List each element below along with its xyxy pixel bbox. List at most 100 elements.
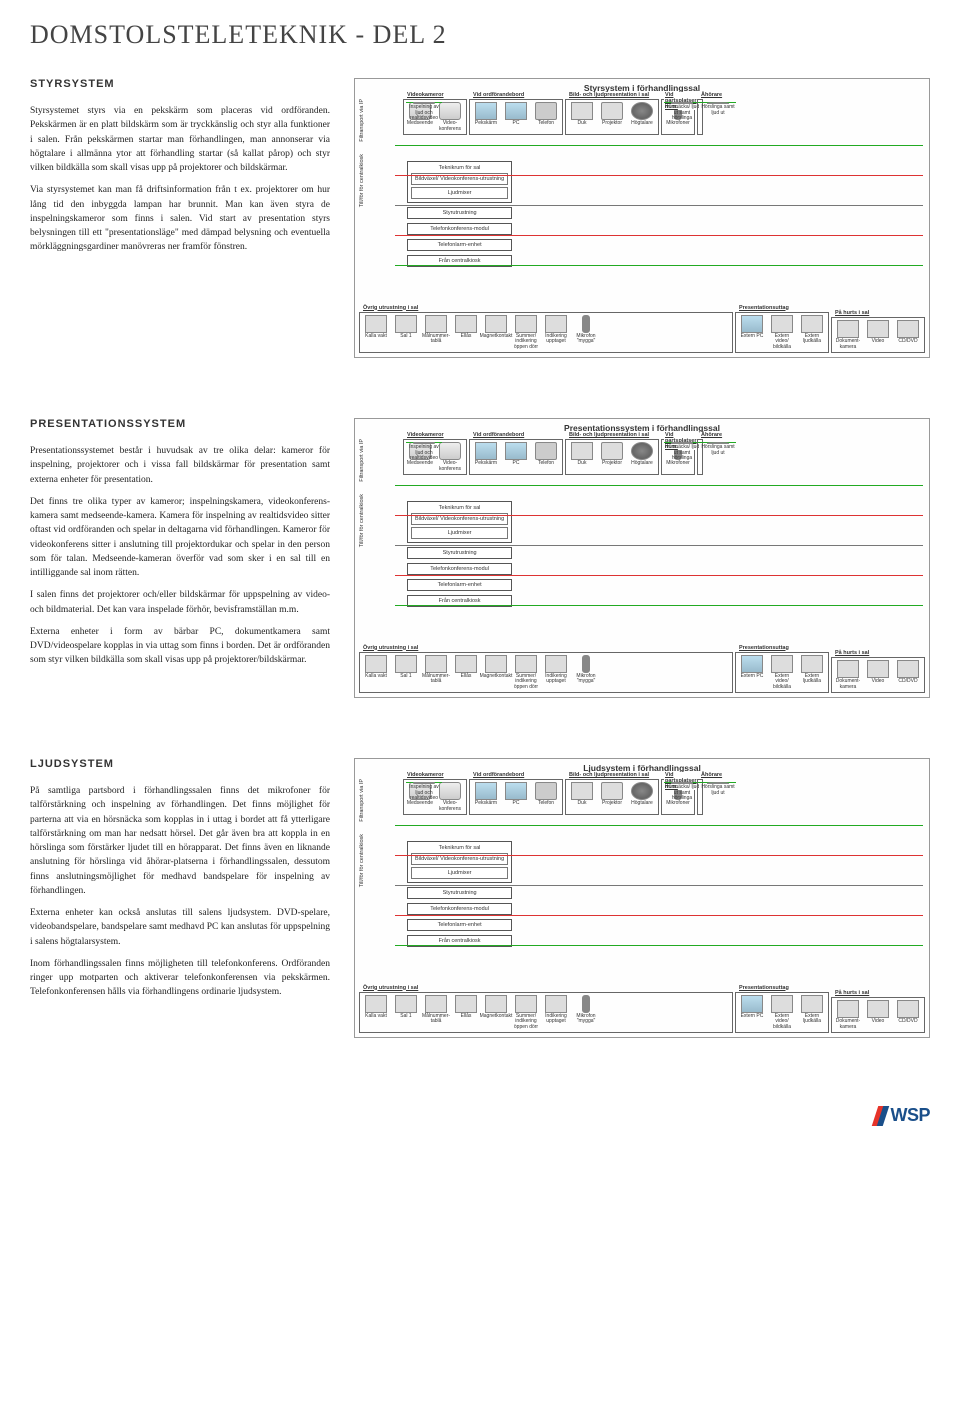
- phone-icon: [535, 782, 557, 800]
- group-ahorare: Åhörare Hörslinga samt ljud ut: [697, 99, 703, 135]
- dev-sal1: Sal 1: [392, 315, 420, 351]
- label-videokameror: Videokameror: [406, 92, 445, 98]
- sign-icon: [395, 655, 417, 673]
- ljud-p3: Inom förhandlingssalen finns möjligheten…: [30, 957, 330, 1000]
- label-bildljud: Bild- och ljudpresentation i sal: [568, 92, 650, 98]
- dev-pc: PC: [502, 102, 530, 127]
- dev-pekskarm: Pekskärm: [472, 102, 500, 127]
- vcr-icon: [867, 320, 889, 338]
- screen-icon: [571, 442, 593, 460]
- presentation-textcol: PRESENTATIONSSYSTEM Presentationssysteme…: [30, 418, 330, 698]
- dev-horslinga: Hörslinga samt ljud ut: [700, 102, 736, 103]
- diagram-stack: Teknikrum för sal Bildväxel/ Videokonfer…: [407, 161, 512, 267]
- diagram3-sidecol: Filtransport via IPTill/för för centralk…: [359, 779, 399, 981]
- dev-malnummer: Målnummer-tablå: [422, 315, 450, 351]
- touchscreen-icon: [475, 102, 497, 120]
- dev-kallavakt: Kalla vakt: [362, 315, 390, 351]
- g2-ordforande: Vid ordförandebordPekskärmPCTelefon: [469, 439, 563, 475]
- touchscreen-icon: [475, 782, 497, 800]
- touchscreen-icon: [475, 442, 497, 460]
- presentation-p2: Det finns tre olika typer av kameror; in…: [30, 495, 330, 581]
- group-bildljud: Bild- och ljudpresentation i sal Duk Pro…: [565, 99, 659, 135]
- styrsystem-p1: Styrsystemet styrs via en pekskärm som p…: [30, 104, 330, 175]
- video-source-icon: [771, 655, 793, 673]
- lavalier-mic-icon: [582, 655, 590, 673]
- g2-videokameror: VideokamerorMedseendeInspelning av ljud …: [403, 439, 467, 475]
- g3-ahorare: ÅhörareHörslinga samt ljud ut: [697, 779, 703, 815]
- dvd-icon: [897, 660, 919, 678]
- dev-magnet: Magnetkontakt: [482, 315, 510, 351]
- speaker-icon: [631, 782, 653, 800]
- presentation-p4: Externa enheter i form av bärbar PC, dok…: [30, 625, 330, 668]
- section-ljud: LJUDSYSTEM På samtliga partsbord i förha…: [30, 758, 930, 1038]
- group-partsplatser: Vid partsplatser m.m. Hörsnäcka/ ljud ut…: [661, 99, 695, 135]
- lock-icon: [455, 995, 477, 1013]
- g3-ovrigt: Övrig utrustning i salKalla vaktSal 1Mål…: [359, 992, 733, 1034]
- speaker-icon: [631, 442, 653, 460]
- dev-video: Video: [864, 320, 892, 350]
- audio-source-icon: [801, 655, 823, 673]
- g3-ordforande: Vid ordförandebordPekskärmPCTelefon: [469, 779, 563, 815]
- sign-icon: [395, 315, 417, 333]
- label-presuttag: Presentationsuttag: [738, 305, 790, 311]
- document-camera-icon: [837, 320, 859, 338]
- dev-inspelning: Inspelning av ljud och realtidsvideo: [406, 102, 442, 103]
- document-camera-icon: [837, 1000, 859, 1018]
- g2-presuttag: PresentationsuttagExtern PCExtern video/…: [735, 652, 829, 694]
- diagram2-stack: Teknikrum för salBildväxel/ Videokonfere…: [407, 501, 512, 607]
- speaker-icon: [631, 102, 653, 120]
- diagram3-toprow: VideokamerorMedseendeInspelning av ljud …: [403, 779, 925, 815]
- section-presentation: PRESENTATIONSSYSTEM Presentationssysteme…: [30, 418, 930, 698]
- vlabel-filtransport: Filtransport via IP: [359, 99, 399, 142]
- label-ovrigt: Övrig utrustning i sal: [362, 305, 419, 311]
- presentation-p3: I salen finns det projektorer och/eller …: [30, 588, 330, 617]
- g3-videokameror: VideokamerorMedseendeInspelning av ljud …: [403, 779, 467, 815]
- title-main: DOMSTOLSTELETEKNIK: [30, 20, 348, 49]
- dev-mygga: Mikrofon "mygga": [572, 315, 600, 351]
- magnet-icon: [485, 995, 507, 1013]
- presentation-diagram: Presentationssystem i förhandlingssal Vi…: [354, 418, 930, 698]
- projector-icon: [601, 102, 623, 120]
- display-icon: [425, 995, 447, 1013]
- dev-indikering: Indikering upptaget: [542, 315, 570, 351]
- g2-hurts: På hurts i salDokument-kameraVideoCD/DVD: [831, 657, 925, 693]
- diagram-botrow: Övrig utrustning i sal Kalla vakt Sal 1 …: [359, 312, 925, 354]
- box-styr: Styrutrustning: [407, 207, 512, 219]
- pc-icon: [505, 782, 527, 800]
- dev-telefon: Telefon: [532, 102, 560, 127]
- ljud-p2: Externa enheter kan också anslutas till …: [30, 906, 330, 949]
- camera-icon: [439, 782, 461, 800]
- box-ljudmixer: Ljudmixer: [411, 187, 508, 199]
- screen-icon: [571, 102, 593, 120]
- diagram-toprow: Videokameror Medseende Inspelning av lju…: [403, 99, 925, 135]
- lock-icon: [455, 655, 477, 673]
- g3-partsplatser: Vid partsplatser m.m.Hörsnäcka/ ljud ut …: [661, 779, 695, 815]
- indicator-icon: [545, 315, 567, 333]
- projector-icon: [601, 782, 623, 800]
- group-videokameror: Videokameror Medseende Inspelning av lju…: [403, 99, 467, 135]
- vcr-icon: [867, 1000, 889, 1018]
- ljud-diagram: Ljudsystem i förhandlingssal Videokamero…: [354, 758, 930, 1038]
- g2-ahorare: ÅhörareHörslinga samt ljud ut: [697, 439, 703, 475]
- g3-hurts: På hurts i salDokument-kameraVideoCD/DVD: [831, 997, 925, 1033]
- wsp-logo-icon: [875, 1106, 886, 1126]
- styrsystem-diagram: Styrsystem i förhandlingssal Videokamero…: [354, 78, 930, 358]
- diagram2-sidecol: Filtransport via IPTill/för för centralk…: [359, 439, 399, 641]
- label-ahorare: Åhörare: [700, 92, 723, 98]
- label-teknikrum: Teknikrum för sal: [411, 165, 508, 171]
- dev-summer: Summer/ indikering öppen dörr: [512, 315, 540, 351]
- wsp-logo: WSP: [875, 1105, 930, 1126]
- dev-duk: Duk: [568, 102, 596, 127]
- pc-icon: [505, 442, 527, 460]
- diagram3-stack: Teknikrum för salBildväxel/ Videokonfere…: [407, 841, 512, 947]
- laptop-icon: [741, 655, 763, 673]
- buzzer-icon: [515, 315, 537, 333]
- document-camera-icon: [837, 660, 859, 678]
- ljud-heading: LJUDSYSTEM: [30, 758, 330, 770]
- ljud-textcol: LJUDSYSTEM På samtliga partsbord i förha…: [30, 758, 330, 1038]
- dev-externpc: Extern PC: [738, 315, 766, 351]
- dvd-icon: [897, 320, 919, 338]
- dev-externljud: Extern ljudkälla: [798, 315, 826, 351]
- styrsystem-heading: STYRSYSTEM: [30, 78, 330, 90]
- dev-ellas: Ellås: [452, 315, 480, 351]
